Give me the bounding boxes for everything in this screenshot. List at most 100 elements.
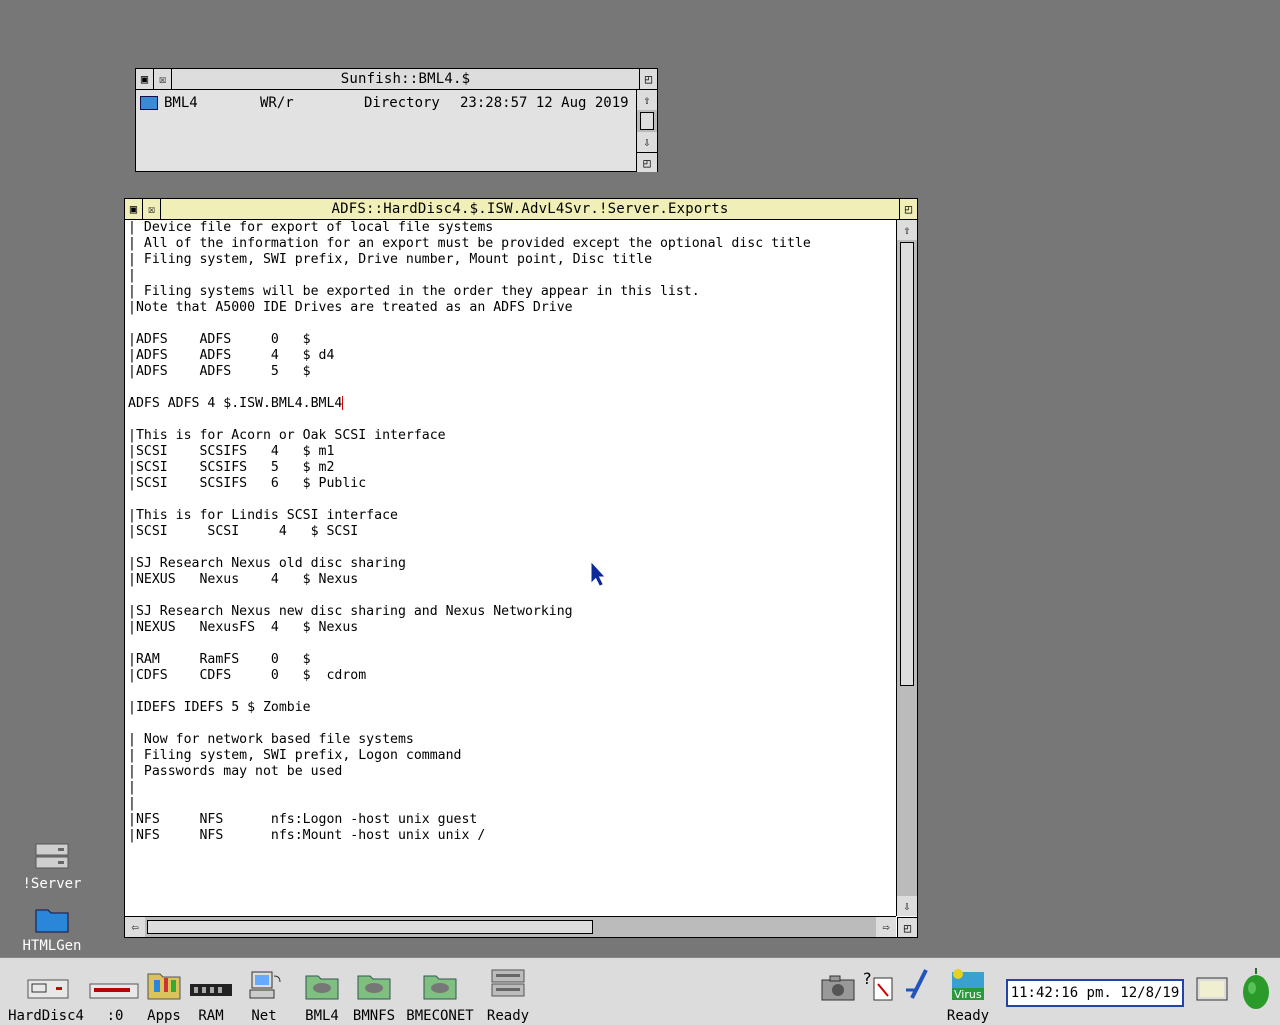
toggle-size-icon[interactable]: ◰	[899, 199, 917, 219]
iconbar-bmnfs[interactable]: BMNFS	[352, 964, 396, 1024]
text-line[interactable]: | Device file for export of local file s…	[128, 220, 896, 236]
close-icon[interactable]: ☒	[154, 69, 172, 89]
text-line[interactable]: |NFS NFS nfs:Mount -host unix unix /	[128, 828, 896, 844]
iconbar-bmeconet[interactable]: BMECONET	[406, 964, 474, 1024]
scroll-up-icon[interactable]: ⇧	[637, 90, 657, 110]
text-line[interactable]: |	[128, 780, 896, 796]
item-type: Directory	[364, 95, 440, 111]
iconbar-paint[interactable]	[900, 964, 936, 1008]
text-line[interactable]: |SJ Research Nexus new disc sharing and …	[128, 604, 896, 620]
scroll-thumb[interactable]	[640, 112, 654, 130]
text-line[interactable]: | Filing system, SWI prefix, Drive numbe…	[128, 252, 896, 268]
text-line[interactable]: |SCSI SCSIFS 5 $ m2	[128, 460, 896, 476]
iconbar-bml4[interactable]: BML4	[300, 964, 344, 1024]
text-line[interactable]	[128, 492, 896, 508]
editor-horizontal-scrollbar[interactable]: ⇦ ⇨	[125, 916, 896, 937]
iconbar-label: BMNFS	[352, 1008, 396, 1024]
close-icon[interactable]: ☒	[143, 199, 161, 219]
text-line[interactable]: |	[128, 268, 896, 284]
iconbar-net[interactable]: Net	[244, 964, 284, 1024]
text-line[interactable]: | Filing systems will be exported in the…	[128, 284, 896, 300]
scroll-up-icon[interactable]: ⇧	[897, 220, 917, 240]
help-icon: ?	[863, 969, 893, 1001]
acorn-icon	[1243, 968, 1269, 1009]
text-line[interactable]	[128, 588, 896, 604]
text-line[interactable]	[128, 412, 896, 428]
editor-vertical-scrollbar[interactable]: ⇧ ⇩	[896, 220, 917, 916]
iconbar-snapshot[interactable]	[818, 964, 858, 1008]
text-line[interactable]	[128, 684, 896, 700]
desktop-icon-htmlgen[interactable]: HTMLGen	[17, 904, 87, 954]
filer-vertical-scrollbar[interactable]: ⇧ ⇩ ◰	[636, 90, 657, 172]
text-line[interactable]: |ADFS ADFS 0 $	[128, 332, 896, 348]
list-item[interactable]: BML4 WR/r Directory 23:28:57 12 Aug 2019	[140, 93, 633, 113]
iconbar-apps[interactable]: Apps	[144, 964, 184, 1024]
editor-window[interactable]: ▣ ☒ ADFS::HardDisc4.$.ISW.AdvL4Svr.!Serv…	[124, 198, 918, 938]
text-line[interactable]: |CDFS CDFS 0 $ cdrom	[128, 668, 896, 684]
iconbar-label: HardDisc4	[8, 1008, 84, 1024]
text-line[interactable]: |This is for Lindis SCSI interface	[128, 508, 896, 524]
iconbar-label: BML4	[305, 1008, 339, 1024]
iconbar-harddisc4[interactable]: HardDisc4	[8, 964, 84, 1024]
text-line[interactable]: ADFS ADFS 4 $.ISW.BML4.BML4	[128, 396, 896, 412]
text-caret	[342, 396, 344, 410]
iconbar-virus-checker[interactable]: Virus Ready	[946, 964, 990, 1024]
resize-icon[interactable]: ◰	[897, 917, 917, 937]
text-line[interactable]: |SCSI SCSIFS 6 $ Public	[128, 476, 896, 492]
text-line[interactable]	[128, 380, 896, 396]
text-line[interactable]	[128, 636, 896, 652]
filer-window[interactable]: ▣ ☒ Sunfish::BML4.$ ◰ BML4 WR/r Director…	[135, 68, 658, 172]
text-line[interactable]: |NFS NFS nfs:Logon -host unix guest	[128, 812, 896, 828]
editor-text-area[interactable]: | Device file for export of local file s…	[125, 220, 896, 916]
mouse-pointer-icon	[591, 563, 605, 586]
scroll-thumb[interactable]	[147, 920, 593, 934]
back-icon[interactable]: ▣	[136, 69, 154, 89]
text-line[interactable]: |This is for Acorn or Oak SCSI interface	[128, 428, 896, 444]
iconbar: HardDisc4 :0 Apps RAM Net BML4 BMNFS BME…	[0, 957, 1280, 1025]
resize-icon[interactable]: ◰	[637, 152, 657, 172]
text-line[interactable]: | Filing system, SWI prefix, Logon comma…	[128, 748, 896, 764]
clock-display[interactable]: 11:42:16 pm. 12/8/19	[1006, 979, 1184, 1007]
text-line[interactable]: |IDEFS IDEFS 5 $ Zombie	[128, 700, 896, 716]
text-line[interactable]: | All of the information for an export m…	[128, 236, 896, 252]
iconbar-display[interactable]	[1194, 964, 1230, 1008]
iconbar-floppy[interactable]: :0	[88, 964, 142, 1024]
desktop-icon-server[interactable]: !Server	[17, 842, 87, 892]
text-line[interactable]	[128, 716, 896, 732]
text-line[interactable]: |SCSI SCSIFS 4 $ m1	[128, 444, 896, 460]
text-line[interactable]	[128, 540, 896, 556]
iconbar-help[interactable]: ?	[860, 964, 896, 1008]
iconbar-task-manager[interactable]	[1236, 964, 1276, 1016]
folder-icon	[140, 96, 158, 110]
iconbar-label: RAM	[198, 1008, 224, 1024]
scroll-down-icon[interactable]: ⇩	[897, 896, 917, 916]
text-line[interactable]: |	[128, 796, 896, 812]
iconbar-label: Apps	[147, 1008, 181, 1024]
text-line[interactable]: |ADFS ADFS 4 $ d4	[128, 348, 896, 364]
text-line[interactable]: |SJ Research Nexus old disc sharing	[128, 556, 896, 572]
text-line[interactable]: |Note that A5000 IDE Drives are treated …	[128, 300, 896, 316]
iconbar-label: Net	[251, 1008, 277, 1024]
back-icon[interactable]: ▣	[125, 199, 143, 219]
text-line[interactable]: | Passwords may not be used	[128, 764, 896, 780]
text-line[interactable]: | Now for network based file systems	[128, 732, 896, 748]
filer-titlebar[interactable]: ▣ ☒ Sunfish::BML4.$ ◰	[136, 69, 657, 90]
scroll-thumb[interactable]	[900, 242, 914, 686]
toggle-size-icon[interactable]: ◰	[639, 69, 657, 89]
iconbar-ready-server[interactable]: Ready	[486, 964, 530, 1024]
text-line[interactable]: |SCSI SCSI 4 $ SCSI	[128, 524, 896, 540]
iconbar-label: Ready	[486, 1008, 530, 1024]
virus-icon: Virus	[952, 969, 984, 1001]
scroll-right-icon[interactable]: ⇨	[876, 917, 896, 937]
text-line[interactable]: |RAM RamFS 0 $	[128, 652, 896, 668]
text-line[interactable]: |ADFS ADFS 5 $	[128, 364, 896, 380]
text-line[interactable]	[128, 316, 896, 332]
item-name: BML4	[164, 95, 198, 111]
iconbar-ram[interactable]: RAM	[188, 964, 234, 1024]
text-line[interactable]: |NEXUS Nexus 4 $ Nexus	[128, 572, 896, 588]
monitor-icon	[1196, 977, 1228, 1001]
text-line[interactable]: |NEXUS NexusFS 4 $ Nexus	[128, 620, 896, 636]
scroll-down-icon[interactable]: ⇩	[637, 132, 657, 152]
scroll-left-icon[interactable]: ⇦	[125, 917, 145, 937]
editor-titlebar[interactable]: ▣ ☒ ADFS::HardDisc4.$.ISW.AdvL4Svr.!Serv…	[125, 199, 917, 220]
